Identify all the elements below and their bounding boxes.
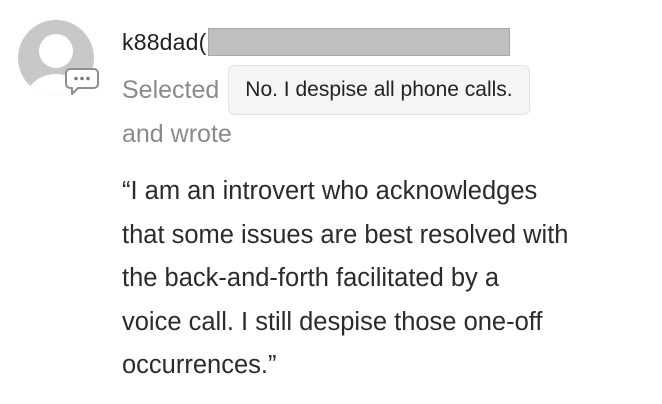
avatar[interactable] — [14, 16, 104, 106]
quote-line: “I am an introvert who acknowledges — [122, 177, 538, 205]
selected-row: Selected No. I despise all phone calls. — [122, 64, 530, 116]
quote-line: the back-and-forth facilitated by a — [122, 264, 500, 292]
quote-line: voice call. I still despise those one-of… — [122, 307, 543, 336]
username[interactable]: k88dad( — [122, 29, 207, 56]
wrote-label: and wrote — [122, 120, 232, 148]
selected-answer-chip: No. I despise all phone calls. — [228, 65, 530, 115]
selected-label: Selected — [122, 75, 220, 104]
quote-line: that some issues are best resolved with — [122, 220, 569, 249]
quote-line: occurrences.” — [122, 351, 277, 379]
username-row: k88dad( — [122, 26, 510, 58]
redaction-bar — [207, 28, 510, 56]
comment-quote: “I am an introvert who acknowledges that… — [122, 170, 652, 388]
comment-bubble-icon — [65, 68, 99, 95]
